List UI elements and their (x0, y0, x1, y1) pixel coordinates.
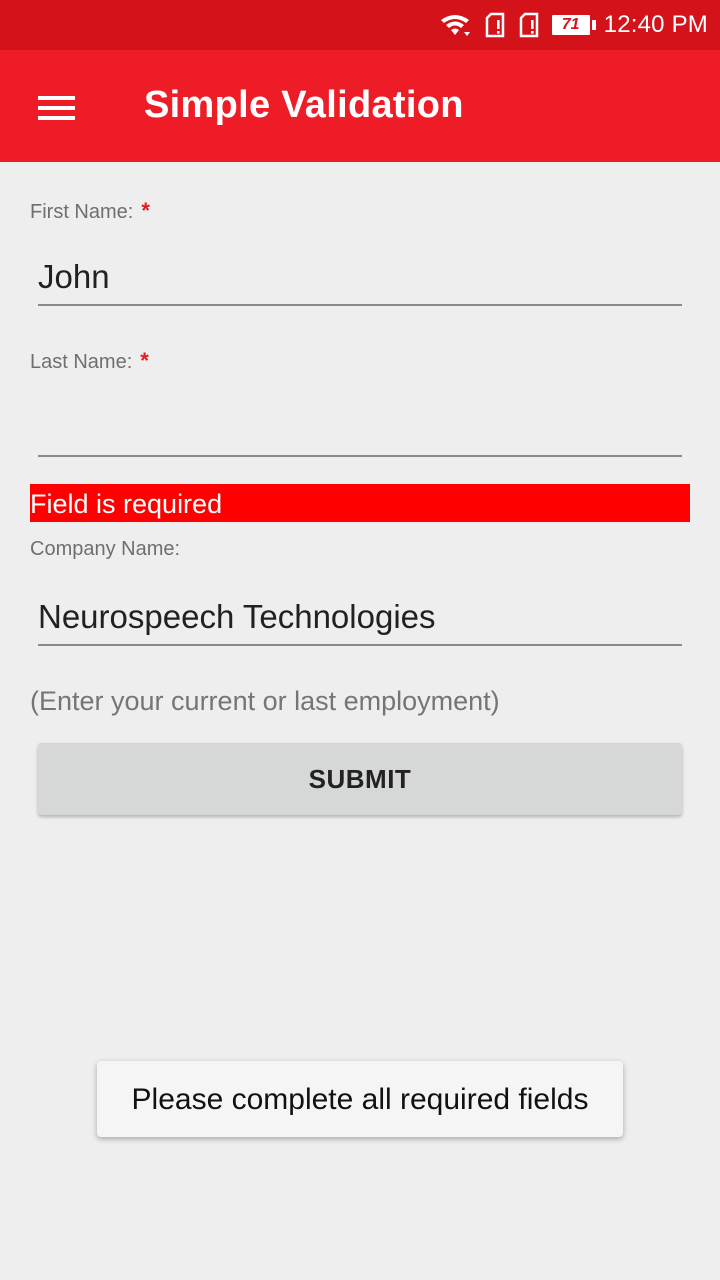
app-bar: Simple Validation (0, 50, 720, 162)
sim-card-alert-icon (519, 12, 538, 38)
wifi-icon (440, 15, 470, 36)
company-name-input[interactable] (38, 590, 682, 646)
last-name-label-text: Last Name: (30, 351, 133, 373)
app-title: Simple Validation (144, 84, 464, 126)
hamburger-menu-icon[interactable] (28, 86, 84, 126)
app-screen: 71 12:40 PM Simple Validation First Name… (0, 0, 720, 1280)
company-name-label: Company Name: (30, 538, 180, 561)
required-marker: * (141, 198, 150, 223)
first-name-label-text: First Name: (30, 201, 134, 223)
first-name-label: First Name: * (30, 198, 150, 224)
toast-message: Please complete all required fields (97, 1061, 623, 1137)
status-icons: 71 12:40 PM (440, 0, 708, 50)
battery-level: 71 (561, 16, 580, 33)
status-clock: 12:40 PM (603, 11, 708, 38)
battery-nub (591, 20, 596, 30)
company-name-hint: (Enter your current or last employment) (30, 686, 500, 716)
required-marker: * (140, 348, 149, 373)
last-name-error-message: Field is required (30, 484, 690, 522)
first-name-input[interactable] (38, 250, 682, 306)
company-name-label-text: Company Name: (30, 538, 181, 560)
last-name-label: Last Name: * (30, 348, 149, 374)
status-bar: 71 12:40 PM (0, 0, 720, 50)
last-name-input[interactable] (38, 401, 682, 457)
sim-card-alert-icon (485, 12, 504, 38)
battery-icon: 71 (551, 15, 590, 35)
submit-button[interactable]: SUBMIT (38, 743, 682, 815)
